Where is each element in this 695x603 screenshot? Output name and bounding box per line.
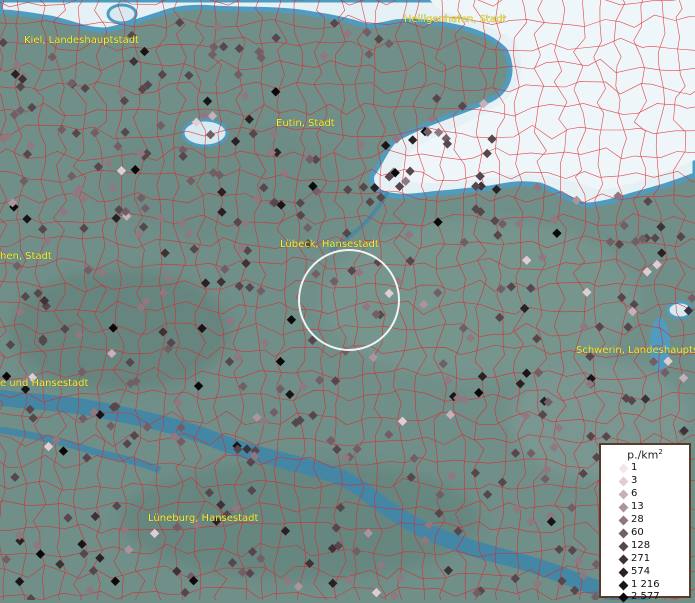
legend-label: 28 — [631, 514, 644, 525]
legend-label: 574 — [631, 566, 651, 577]
legend-label: 60 — [631, 527, 644, 538]
legend-swatch — [618, 502, 629, 513]
legend-entry: 13 — [618, 501, 644, 513]
legend-label: 1 216 — [631, 579, 660, 590]
legend-entry: 128 — [618, 540, 651, 552]
label-heiligenhafen: Heiligenhafen, Stadt — [404, 14, 506, 25]
legend-label: 1 — [631, 462, 638, 473]
legend-title: p./km2 — [601, 448, 689, 462]
legend-label: 13 — [631, 501, 644, 512]
label-luebeck: Lübeck, Hansestadt — [280, 239, 379, 250]
label-lueneburg: Lüneburg, Hansestadt — [148, 513, 259, 524]
legend-entry: 271 — [618, 553, 651, 565]
legend-title-text: p./km — [627, 448, 659, 462]
legend-label: 271 — [631, 553, 651, 564]
label-hamburg: e und Hansestadt — [0, 378, 88, 389]
legend-label: 3 — [631, 475, 638, 486]
legend-swatch — [618, 463, 629, 474]
legend-label: 128 — [631, 540, 651, 551]
legend-swatch — [618, 592, 629, 603]
legend-swatch — [618, 541, 629, 552]
ratzeburg-lake — [106, 3, 138, 25]
label-schwerin: Schwerin, Landeshaupts — [576, 345, 695, 356]
legend-entry: 1 — [618, 462, 638, 474]
population-density-map[interactable]: Heiligenhafen, Stadt Kiel, Landeshauptst… — [0, 0, 695, 600]
legend-swatch — [618, 554, 629, 565]
legend-title-sup: 2 — [658, 448, 663, 456]
legend-swatch — [618, 580, 629, 591]
legend-label: 6 — [631, 488, 638, 499]
label-eutin: Eutin, Stadt — [276, 118, 335, 129]
legend-entry: 6 — [618, 488, 638, 500]
label-neumuenster: hen, Stadt — [0, 251, 52, 262]
legend-entry: 28 — [618, 514, 644, 526]
legend-entry: 574 — [618, 566, 651, 578]
legend-swatch — [618, 476, 629, 487]
legend-entry: 1 216 — [618, 579, 660, 591]
legend-entry: 3 — [618, 475, 638, 487]
legend-swatch — [618, 515, 629, 526]
density-legend: p./km2 1 3 6 13 28 60 128 271 574 1 216 … — [599, 443, 691, 603]
legend-swatch — [618, 567, 629, 578]
legend-entry: 60 — [618, 527, 644, 539]
legend-label: 2 577 — [631, 591, 660, 602]
label-kiel: Kiel, Landeshauptstadt — [24, 35, 139, 46]
legend-swatch — [618, 528, 629, 539]
legend-entry: 2 577 — [618, 591, 660, 603]
legend-swatch — [618, 489, 629, 500]
